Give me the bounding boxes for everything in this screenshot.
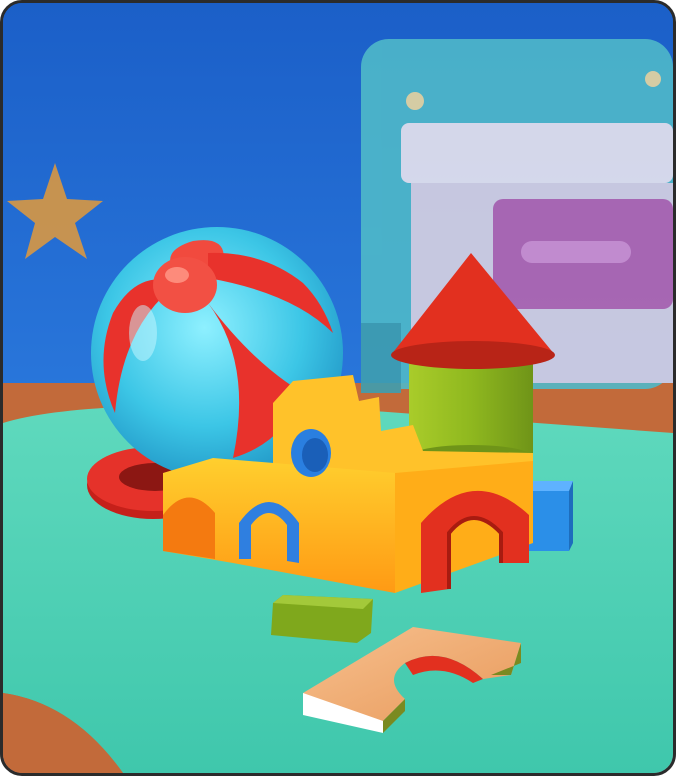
game-card-frame: [0, 0, 676, 776]
toy-room-scene: [3, 3, 673, 773]
green-square-block: [271, 595, 373, 643]
